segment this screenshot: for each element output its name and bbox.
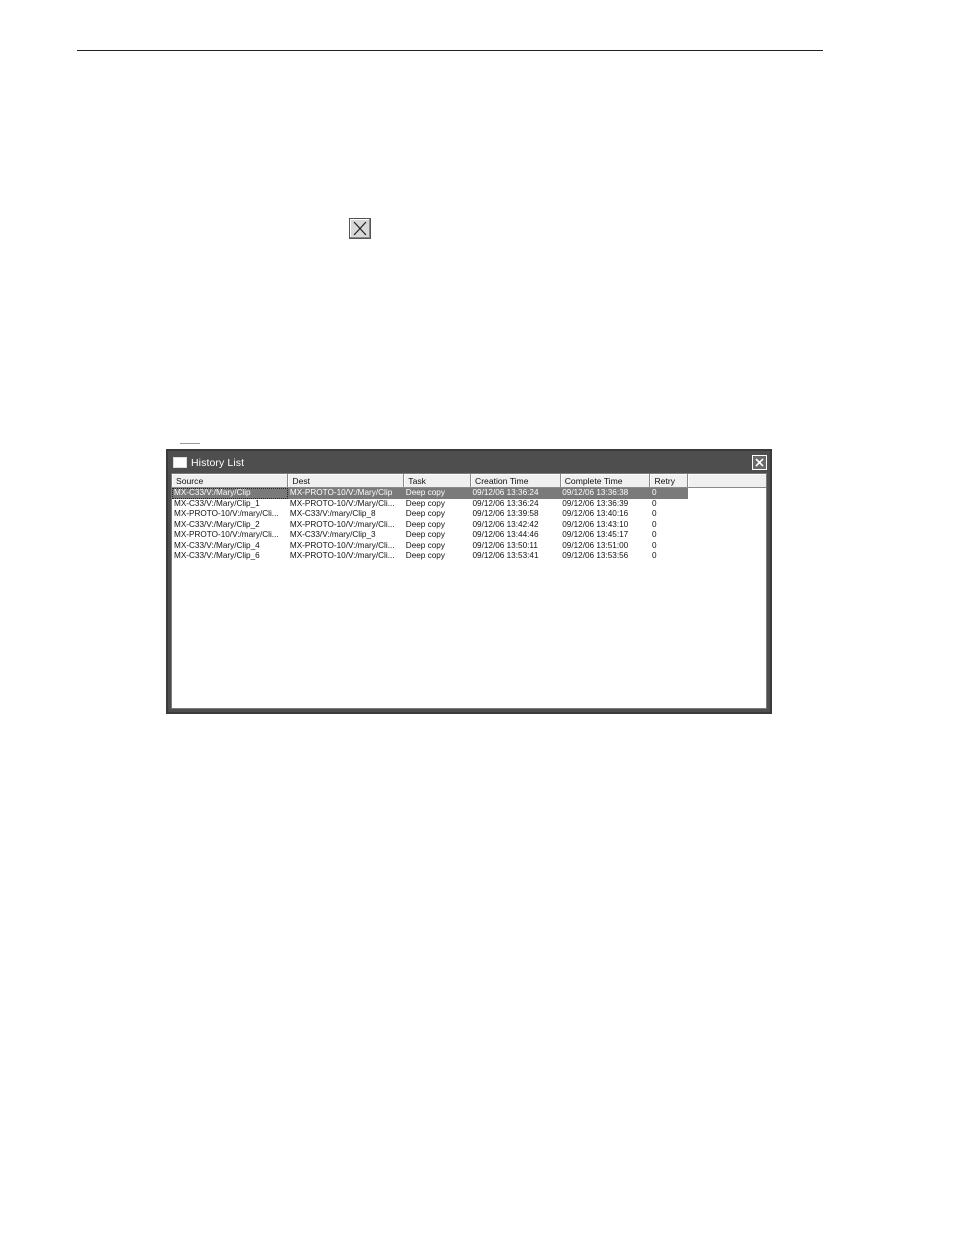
- cell-complete-time: 09/12/06 13:43:10: [562, 519, 629, 529]
- cell-retry: 0: [651, 540, 657, 550]
- cell-task: Deep copy: [405, 551, 445, 560]
- table-row[interactable]: MX-C33/V:/Mary/Clip MX-PROTO-10/V:/Mary/…: [172, 487, 766, 499]
- close-icon: [755, 458, 764, 467]
- window-icon: [173, 457, 187, 468]
- cell-retry: 0: [651, 551, 657, 560]
- history-table: Source Dest Task Creation Time Complete …: [172, 474, 766, 562]
- cell-task: Deep copy: [405, 519, 445, 529]
- window-shadow-edge: [180, 443, 200, 447]
- table-row[interactable]: MX-C33/V:/Mary/Clip_1 MX-PROTO-10/V:/Mar…: [172, 499, 766, 510]
- cell-source: MX-C33/V:/Mary/Clip_6: [174, 551, 260, 560]
- cell-source: MX-PROTO-10/V:/mary/Cli...: [174, 509, 279, 518]
- page-header-rule: [77, 50, 823, 51]
- cell-dest: MX-PROTO-10/V:/Mary/Cli...: [289, 498, 395, 508]
- cell-complete-time: 09/12/06 13:40:16: [562, 509, 629, 518]
- cell-filler: [688, 551, 766, 562]
- cell-complete-time: 09/12/06 13:53:56: [562, 551, 629, 560]
- column-header-source[interactable]: Source: [172, 474, 289, 488]
- cell-filler: [688, 520, 766, 531]
- table-row[interactable]: MX-C33/V:/Mary/Clip_6 MX-PROTO-10/V:/mar…: [172, 551, 766, 562]
- cell-dest: MX-C33/V:/mary/Clip_3: [289, 530, 376, 539]
- cell-complete-time: 09/12/06 13:36:39: [562, 498, 629, 508]
- close-button[interactable]: [752, 455, 767, 470]
- column-header-creation-time[interactable]: Creation Time: [470, 474, 561, 488]
- cell-dest: MX-PROTO-10/V:/mary/Cli...: [289, 540, 395, 550]
- close-x-icon: [349, 218, 371, 239]
- window-title: History List: [191, 456, 245, 469]
- cell-filler: [688, 541, 766, 552]
- cell-filler: [688, 499, 766, 510]
- cell-source: MX-PROTO-10/V:/mary/Cli...: [174, 530, 279, 539]
- table-header-row: Source Dest Task Creation Time Complete …: [172, 474, 766, 488]
- history-list-window: History List Source Dest Task Creation T…: [166, 449, 772, 714]
- column-header-filler: [687, 474, 766, 488]
- column-header-dest[interactable]: Dest: [287, 474, 405, 488]
- cell-creation-time: 09/12/06 13:50:11: [472, 540, 538, 550]
- cell-retry: 0: [651, 509, 657, 518]
- cell-dest: MX-PROTO-10/V:/mary/Cli...: [289, 519, 395, 529]
- cell-complete-time: 09/12/06 13:36:38: [560, 487, 650, 499]
- cell-creation-time: 09/12/06 13:36:24: [470, 487, 561, 499]
- cell-creation-time: 09/12/06 13:36:24: [472, 498, 539, 508]
- cell-filler: [688, 509, 766, 520]
- cell-retry: 0: [649, 487, 688, 499]
- column-header-complete-time[interactable]: Complete Time: [560, 474, 651, 488]
- cell-retry: 0: [651, 498, 657, 508]
- table-row[interactable]: MX-C33/V:/Mary/Clip_4 MX-PROTO-10/V:/mar…: [172, 541, 766, 552]
- cell-task: Deep copy: [405, 509, 445, 518]
- window-titlebar[interactable]: History List: [170, 453, 768, 472]
- table-row[interactable]: MX-PROTO-10/V:/mary/Cli... MX-C33/V:/mar…: [172, 530, 766, 541]
- cell-filler: [687, 487, 766, 499]
- cell-filler: [688, 530, 766, 541]
- cell-source: MX-C33/V:/Mary/Clip_1: [174, 498, 260, 508]
- cell-task: Deep copy: [403, 487, 471, 499]
- cell-creation-time: 09/12/06 13:44:46: [472, 530, 539, 539]
- cell-retry: 0: [651, 530, 657, 539]
- cell-creation-time: 09/12/06 13:39:58: [472, 509, 539, 518]
- table-body: MX-C33/V:/Mary/Clip MX-PROTO-10/V:/Mary/…: [172, 487, 766, 562]
- table-row[interactable]: MX-PROTO-10/V:/mary/Cli... MX-C33/V:/mar…: [172, 509, 766, 520]
- column-header-task[interactable]: Task: [403, 474, 471, 488]
- cell-source: MX-C33/V:/Mary/Clip: [172, 487, 288, 499]
- cell-source: MX-C33/V:/Mary/Clip_2: [174, 519, 260, 529]
- cell-dest: MX-PROTO-10/V:/mary/Cli...: [289, 551, 395, 560]
- cell-creation-time: 09/12/06 13:42:42: [472, 519, 539, 529]
- cell-complete-time: 09/12/06 13:51:00: [562, 540, 629, 550]
- cell-retry: 0: [651, 519, 657, 529]
- cell-dest: MX-PROTO-10/V:/Mary/Clip: [287, 487, 404, 499]
- table-row[interactable]: MX-C33/V:/Mary/Clip_2 MX-PROTO-10/V:/mar…: [172, 520, 766, 531]
- cell-task: Deep copy: [405, 530, 445, 539]
- cell-creation-time: 09/12/06 13:53:41: [472, 551, 539, 560]
- cell-task: Deep copy: [405, 540, 445, 550]
- cell-complete-time: 09/12/06 13:45:17: [562, 530, 629, 539]
- cell-task: Deep copy: [405, 498, 445, 508]
- cell-dest: MX-C33/V:/mary/Clip_8: [289, 509, 376, 518]
- cell-source: MX-C33/V:/Mary/Clip_4: [174, 540, 260, 550]
- history-list-view[interactable]: Source Dest Task Creation Time Complete …: [171, 473, 767, 709]
- column-header-retry[interactable]: Retry: [649, 474, 689, 488]
